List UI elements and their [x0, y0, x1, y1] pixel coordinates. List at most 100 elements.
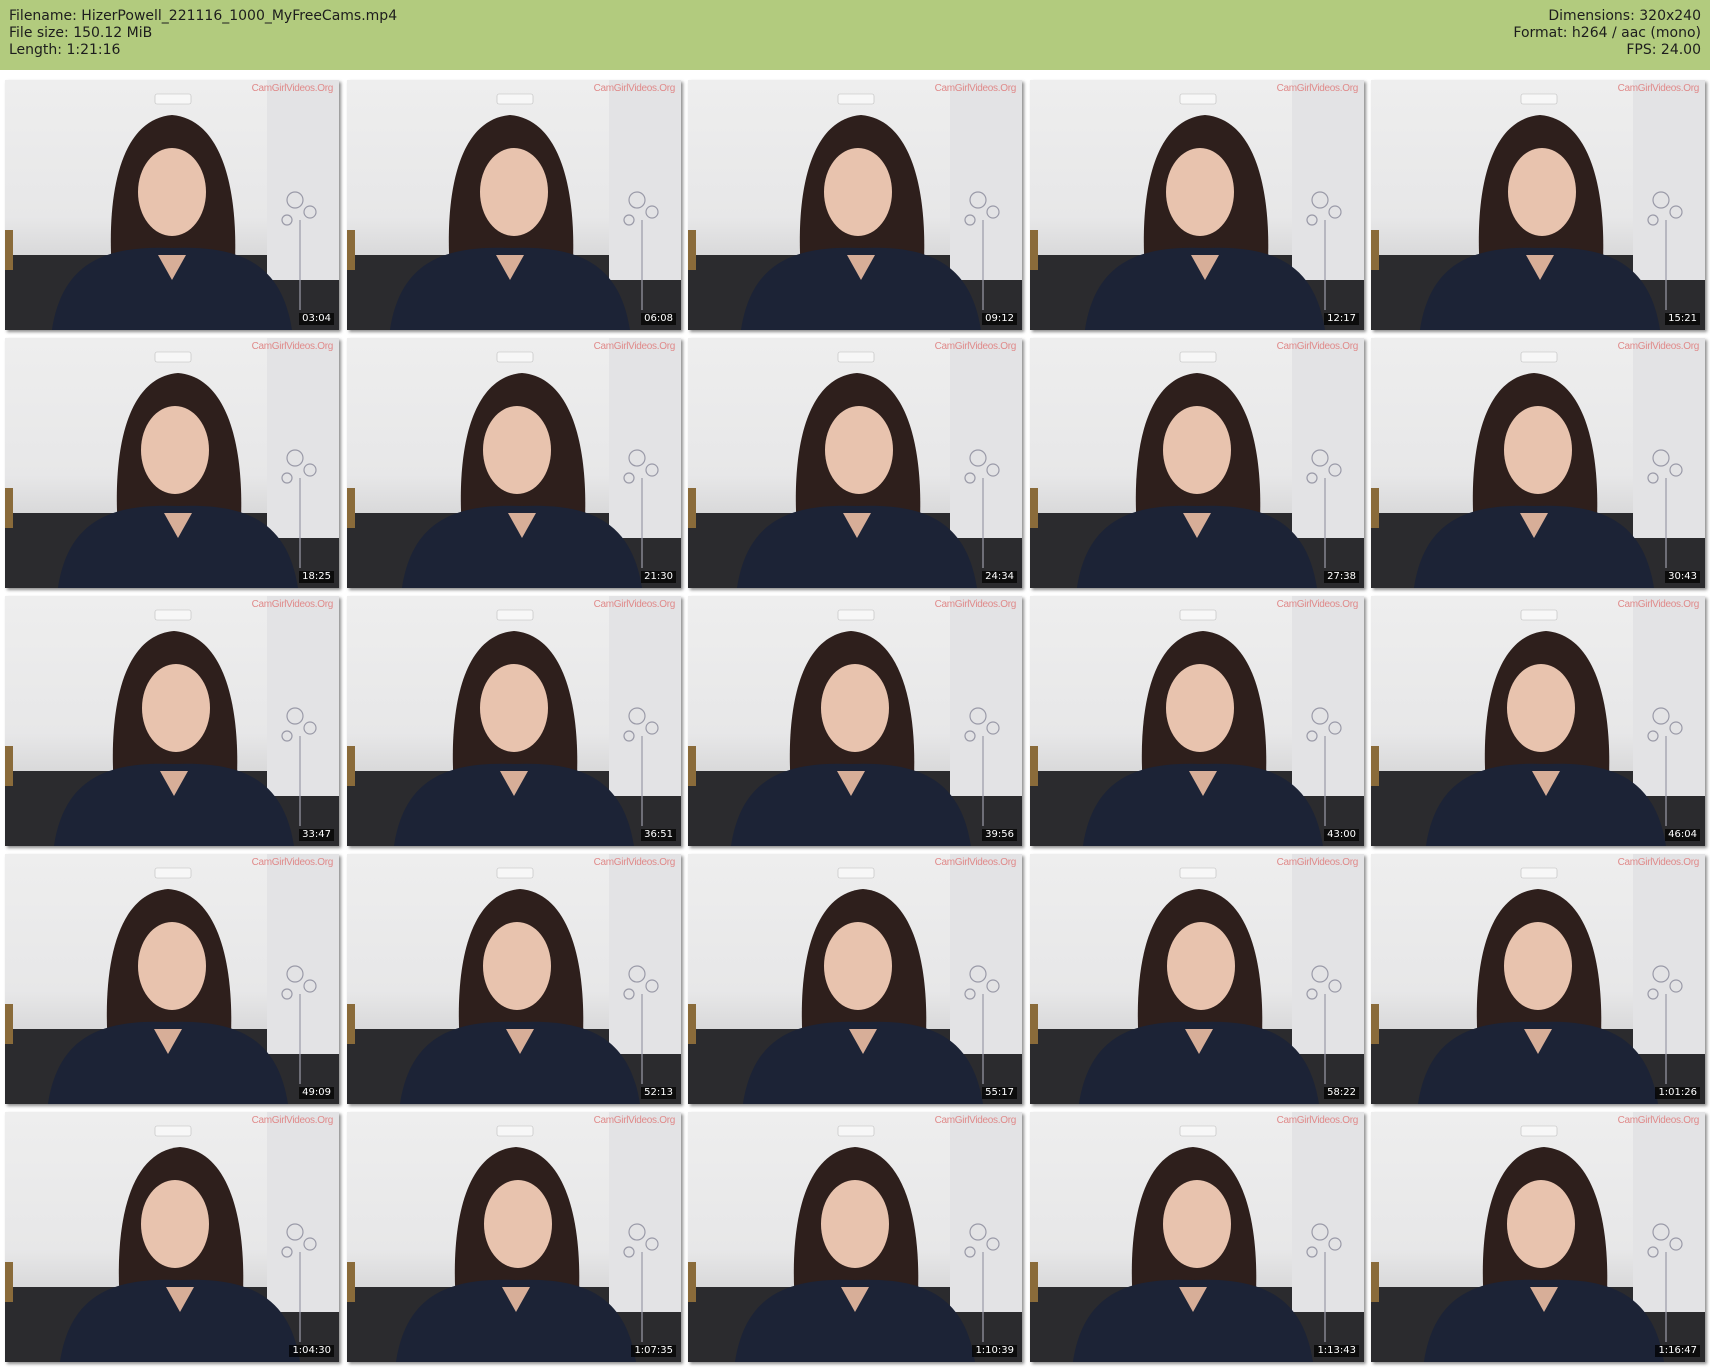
- thumbnail-frame-image: [1371, 80, 1705, 330]
- length-text: Length: 1:21:16: [9, 42, 121, 58]
- video-thumbnail: CamGirlVideos.Org 55:17: [688, 854, 1022, 1104]
- video-thumbnail: CamGirlVideos.Org 46:04: [1371, 596, 1705, 846]
- thumbnail-frame-image: [1030, 854, 1364, 1104]
- video-thumbnail: CamGirlVideos.Org 18:25: [5, 338, 339, 588]
- person-face: [138, 922, 206, 1010]
- video-thumbnail: CamGirlVideos.Org 1:10:39: [688, 1112, 1022, 1362]
- thumbnail-frame-image: [1371, 596, 1705, 846]
- watermark-text: CamGirlVideos.Org: [593, 857, 676, 868]
- video-thumbnail: CamGirlVideos.Org 49:09: [5, 854, 339, 1104]
- wall-outlet-icon: [154, 867, 192, 879]
- watermark-text: CamGirlVideos.Org: [593, 341, 676, 352]
- filesize-text: File size: 150.12 MiB: [9, 25, 153, 41]
- watermark-text: CamGirlVideos.Org: [934, 83, 1017, 94]
- timestamp-label: 33:47: [299, 829, 334, 841]
- person-face: [1163, 1180, 1231, 1268]
- thumbnail-frame-image: [5, 338, 339, 588]
- video-thumbnail: CamGirlVideos.Org 1:07:35: [347, 1112, 681, 1362]
- wall-outlet-icon: [1520, 867, 1558, 879]
- video-thumbnail: CamGirlVideos.Org 58:22: [1030, 854, 1364, 1104]
- person-face: [824, 148, 892, 236]
- thumbnail-frame-image: [5, 854, 339, 1104]
- person-face: [1166, 148, 1234, 236]
- wall-outlet-icon: [154, 93, 192, 105]
- timestamp-label: 52:13: [641, 1087, 676, 1099]
- thumbnail-grid: CamGirlVideos.Org 03:04 CamGirlVideos.Org 0…: [5, 80, 1705, 1365]
- video-thumbnail: CamGirlVideos.Org 27:38: [1030, 338, 1364, 588]
- person-face: [1504, 406, 1572, 494]
- watermark-text: CamGirlVideos.Org: [251, 857, 334, 868]
- format-text: Format: h264 / aac (mono): [1513, 25, 1701, 41]
- person-face: [821, 1180, 889, 1268]
- timestamp-label: 1:07:35: [631, 1345, 676, 1357]
- thumbnail-frame-image: [1030, 80, 1364, 330]
- watermark-text: CamGirlVideos.Org: [1617, 1115, 1700, 1126]
- watermark-text: CamGirlVideos.Org: [251, 341, 334, 352]
- person-face: [825, 406, 893, 494]
- timestamp-label: 15:21: [1665, 313, 1700, 325]
- timestamp-label: 1:16:47: [1655, 1345, 1700, 1357]
- thumbnail-frame-image: [1371, 854, 1705, 1104]
- wall-outlet-icon: [1520, 609, 1558, 621]
- video-thumbnail: CamGirlVideos.Org 09:12: [688, 80, 1022, 330]
- wall-outlet-icon: [1179, 609, 1217, 621]
- thumbnail-frame-image: [688, 338, 1022, 588]
- thumbnail-frame-image: [1030, 596, 1364, 846]
- wall-outlet-icon: [496, 609, 534, 621]
- thumbnail-frame-image: [1371, 1112, 1705, 1362]
- wall-outlet-icon: [154, 351, 192, 363]
- thumbnail-frame-image: [1030, 338, 1364, 588]
- timestamp-label: 43:00: [1324, 829, 1359, 841]
- watermark-text: CamGirlVideos.Org: [1276, 83, 1359, 94]
- watermark-text: CamGirlVideos.Org: [251, 83, 334, 94]
- timestamp-label: 18:25: [299, 571, 334, 583]
- video-thumbnail: CamGirlVideos.Org 1:16:47: [1371, 1112, 1705, 1362]
- video-thumbnail: CamGirlVideos.Org 15:21: [1371, 80, 1705, 330]
- timestamp-label: 03:04: [299, 313, 334, 325]
- timestamp-label: 12:17: [1324, 313, 1359, 325]
- thumbnail-frame-image: [1371, 338, 1705, 588]
- thumbnail-frame-image: [347, 854, 681, 1104]
- timestamp-label: 1:13:43: [1314, 1345, 1359, 1357]
- person-face: [138, 148, 206, 236]
- watermark-text: CamGirlVideos.Org: [1617, 599, 1700, 610]
- watermark-text: CamGirlVideos.Org: [1276, 1115, 1359, 1126]
- person-face: [480, 148, 548, 236]
- person-face: [483, 406, 551, 494]
- wall-outlet-icon: [154, 609, 192, 621]
- person-face: [824, 922, 892, 1010]
- wall-outlet-icon: [837, 351, 875, 363]
- wall-outlet-icon: [1520, 351, 1558, 363]
- thumbnail-frame-image: [688, 596, 1022, 846]
- thumbnail-frame-image: [5, 80, 339, 330]
- person-face: [1507, 1180, 1575, 1268]
- thumbnail-frame-image: [688, 80, 1022, 330]
- thumbnail-frame-image: [1030, 1112, 1364, 1362]
- person-face: [821, 664, 889, 752]
- thumbnail-frame-image: [5, 1112, 339, 1362]
- filename-text: Filename: HizerPowell_221116_1000_MyFree…: [9, 8, 398, 24]
- timestamp-label: 58:22: [1324, 1087, 1359, 1099]
- video-thumbnail: CamGirlVideos.Org 30:43: [1371, 338, 1705, 588]
- watermark-text: CamGirlVideos.Org: [934, 1115, 1017, 1126]
- wall-outlet-icon: [837, 867, 875, 879]
- thumbnail-frame-image: [347, 1112, 681, 1362]
- watermark-text: CamGirlVideos.Org: [593, 599, 676, 610]
- wall-outlet-icon: [837, 93, 875, 105]
- timestamp-label: 1:01:26: [1655, 1087, 1700, 1099]
- file-info-left: Filename: HizerPowell_221116_1000_MyFree…: [9, 8, 397, 59]
- video-thumbnail: CamGirlVideos.Org 52:13: [347, 854, 681, 1104]
- fps-text: FPS: 24.00: [1626, 42, 1701, 58]
- video-thumbnail: CamGirlVideos.Org 43:00: [1030, 596, 1364, 846]
- video-thumbnail: CamGirlVideos.Org 06:08: [347, 80, 681, 330]
- thumbnail-frame-image: [5, 596, 339, 846]
- timestamp-label: 46:04: [1665, 829, 1700, 841]
- person-face: [1167, 922, 1235, 1010]
- wall-outlet-icon: [154, 1125, 192, 1137]
- person-face: [484, 1180, 552, 1268]
- watermark-text: CamGirlVideos.Org: [251, 599, 334, 610]
- wall-outlet-icon: [496, 93, 534, 105]
- person-face: [480, 664, 548, 752]
- watermark-text: CamGirlVideos.Org: [1276, 341, 1359, 352]
- watermark-text: CamGirlVideos.Org: [1276, 599, 1359, 610]
